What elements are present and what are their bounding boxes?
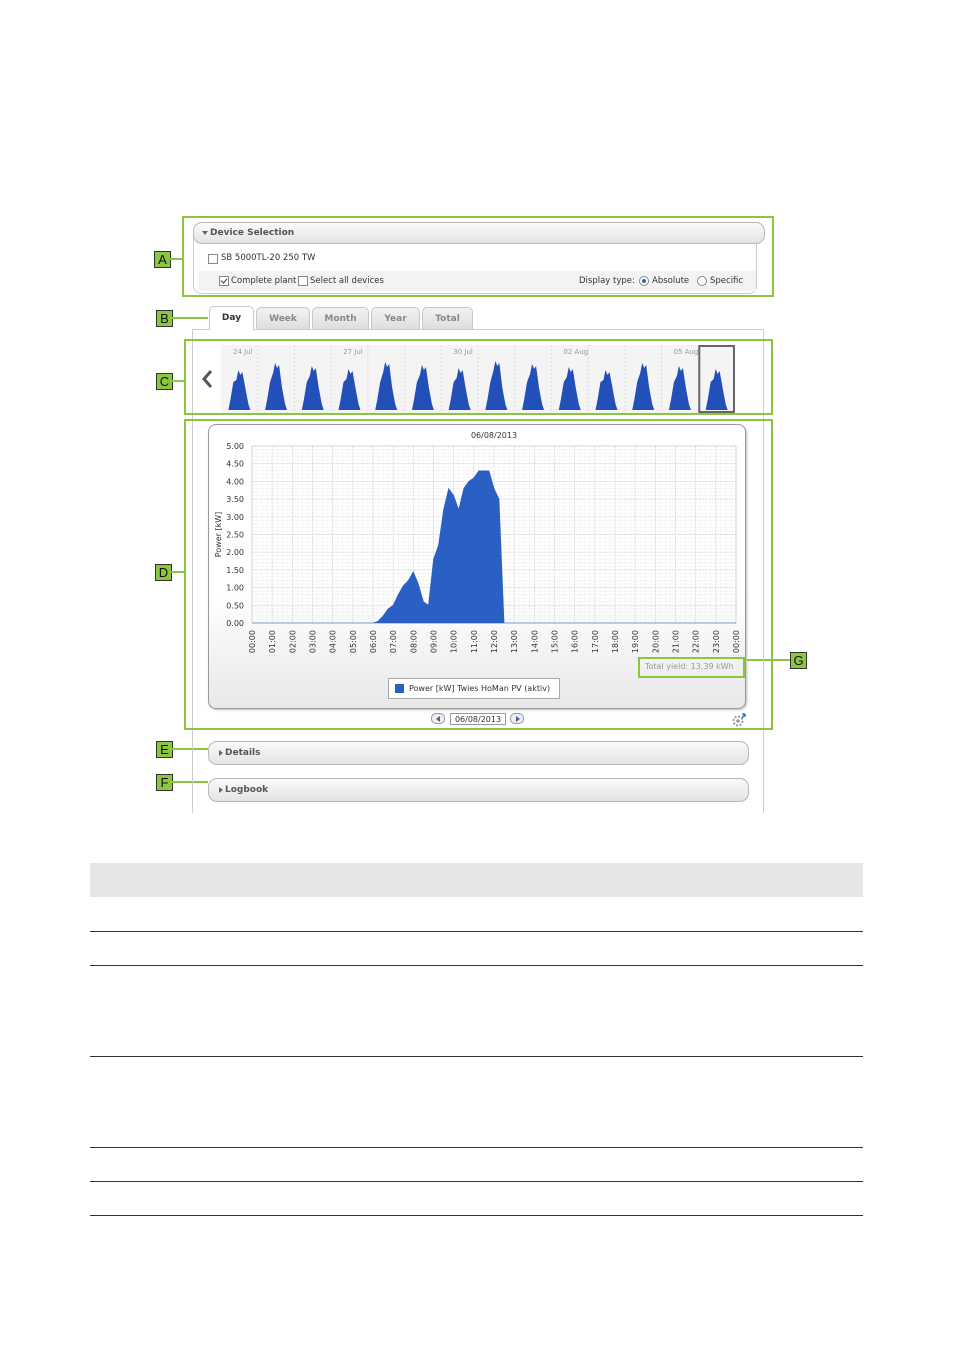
y-tick-label: 2.00 xyxy=(226,548,244,557)
y-tick-label: 3.00 xyxy=(226,513,244,522)
x-tick-label: 09:00 xyxy=(430,630,439,653)
thumbnail-date-label: 05 Aug xyxy=(674,348,699,356)
tab-week[interactable]: Week xyxy=(256,307,310,329)
legend-label: Power [kW] Twies HoMan PV (aktiv) xyxy=(409,684,551,693)
x-tick-label: 02:00 xyxy=(288,630,297,653)
x-tick-label: 14:00 xyxy=(530,630,539,653)
callout-d: D xyxy=(155,564,172,581)
y-tick-label: 1.50 xyxy=(226,566,244,575)
y-tick-label: 0.00 xyxy=(226,619,244,628)
thumbnail-date-label: 24 Jul xyxy=(233,348,253,356)
y-tick-label: 0.50 xyxy=(226,601,244,610)
left-arrow-icon xyxy=(436,716,440,722)
tab-year[interactable]: Year xyxy=(371,307,420,329)
x-tick-label: 01:00 xyxy=(268,630,277,653)
details-section[interactable]: Details xyxy=(208,741,749,765)
x-tick-label: 20:00 xyxy=(651,630,660,653)
x-tick-label: 04:00 xyxy=(329,630,338,653)
callout-b-line xyxy=(172,317,208,319)
date-field[interactable]: 06/08/2013 xyxy=(450,713,506,725)
x-tick-label: 12:00 xyxy=(490,630,499,653)
logbook-label: Logbook xyxy=(225,785,269,795)
table-row-divider xyxy=(90,1181,863,1182)
device-checkbox[interactable] xyxy=(208,254,218,264)
total-yield: Total yield: 13,39 kWh xyxy=(645,662,734,671)
x-tick-label: 23:00 xyxy=(712,630,721,653)
table-row-divider xyxy=(90,965,863,966)
x-tick-label: 07:00 xyxy=(389,630,398,653)
callout-d-line xyxy=(171,571,184,573)
thumbnail-strip[interactable]: 24 Jul 27 Jul 30 Jul 02 Aug 05 Aug xyxy=(221,345,735,413)
tab-day[interactable]: Day xyxy=(209,306,254,330)
table-row-divider xyxy=(90,1147,863,1148)
x-tick-label: 00:00 xyxy=(248,630,257,653)
callout-e: E xyxy=(156,741,173,758)
x-tick-label: 13:00 xyxy=(510,630,519,653)
x-tick-label: 22:00 xyxy=(692,630,701,653)
thumbnail-date-label: 02 Aug xyxy=(563,348,588,356)
chart-title: 06/08/2013 xyxy=(471,431,517,440)
expand-arrow-icon xyxy=(219,750,223,756)
legend-swatch xyxy=(395,684,404,693)
specific-label: Specific xyxy=(710,276,744,286)
y-axis-label: Power [kW] xyxy=(214,512,223,558)
display-type-label: Display type: xyxy=(579,276,635,286)
callout-a: A xyxy=(154,251,171,268)
table-header xyxy=(90,863,863,897)
callout-c: C xyxy=(156,373,173,390)
prev-days-chevron-icon[interactable] xyxy=(199,368,215,390)
complete-plant-checkbox[interactable] xyxy=(219,276,229,286)
expand-arrow-icon xyxy=(219,787,223,793)
device-name: SB 5000TL-20 250 TW xyxy=(221,253,316,263)
device-selection-header[interactable]: Device Selection xyxy=(193,222,765,244)
tab-total[interactable]: Total xyxy=(422,307,473,329)
y-tick-label: 4.00 xyxy=(226,477,244,486)
callout-c-line xyxy=(172,380,184,382)
y-tick-label: 5.00 xyxy=(226,442,244,451)
absolute-label: Absolute xyxy=(652,276,690,286)
date-prev-button[interactable] xyxy=(431,713,445,724)
y-tick-label: 3.50 xyxy=(226,495,244,504)
power-series-area xyxy=(252,470,736,624)
x-tick-label: 11:00 xyxy=(470,630,479,653)
logbook-section[interactable]: Logbook xyxy=(208,778,749,802)
y-tick-label: 4.50 xyxy=(226,460,244,469)
tab-month[interactable]: Month xyxy=(312,307,369,329)
chart-legend: Power [kW] Twies HoMan PV (aktiv) xyxy=(388,678,560,699)
complete-plant-label: Complete plant xyxy=(231,276,297,286)
x-tick-label: 17:00 xyxy=(591,630,600,653)
x-tick-label: 05:00 xyxy=(349,630,358,653)
x-tick-label: 16:00 xyxy=(571,630,580,653)
select-all-checkbox[interactable] xyxy=(298,276,308,286)
y-tick-label: 2.50 xyxy=(226,531,244,540)
absolute-radio[interactable] xyxy=(639,276,649,286)
x-tick-label: 18:00 xyxy=(611,630,620,653)
x-tick-label: 06:00 xyxy=(369,630,378,653)
specific-radio[interactable] xyxy=(697,276,707,286)
x-tick-label: 03:00 xyxy=(309,630,318,653)
x-tick-label: 10:00 xyxy=(450,630,459,653)
x-tick-label: 19:00 xyxy=(631,630,640,653)
collapse-arrow-icon xyxy=(202,231,208,235)
right-arrow-icon xyxy=(516,716,520,722)
y-tick-label: 1.00 xyxy=(226,584,244,593)
device-selection-title: Device Selection xyxy=(210,228,295,238)
callout-f: F xyxy=(156,774,173,791)
x-tick-label: 21:00 xyxy=(672,630,681,653)
table-row-divider xyxy=(90,1215,863,1216)
settings-gear-icon[interactable] xyxy=(731,712,747,727)
x-tick-label: 08:00 xyxy=(409,630,418,653)
table-row-divider xyxy=(90,931,863,932)
x-tick-label: 15:00 xyxy=(551,630,560,653)
table-row-divider xyxy=(90,1056,863,1057)
callout-b: B xyxy=(156,310,173,327)
date-next-button[interactable] xyxy=(510,713,524,724)
x-tick-label: 00:00 xyxy=(732,630,741,653)
thumbnail-date-label: 30 Jul xyxy=(453,348,473,356)
thumbnail-date-label: 27 Jul xyxy=(343,348,363,356)
details-label: Details xyxy=(225,748,261,758)
callout-g: G xyxy=(790,652,807,669)
select-all-label: Select all devices xyxy=(310,276,384,286)
